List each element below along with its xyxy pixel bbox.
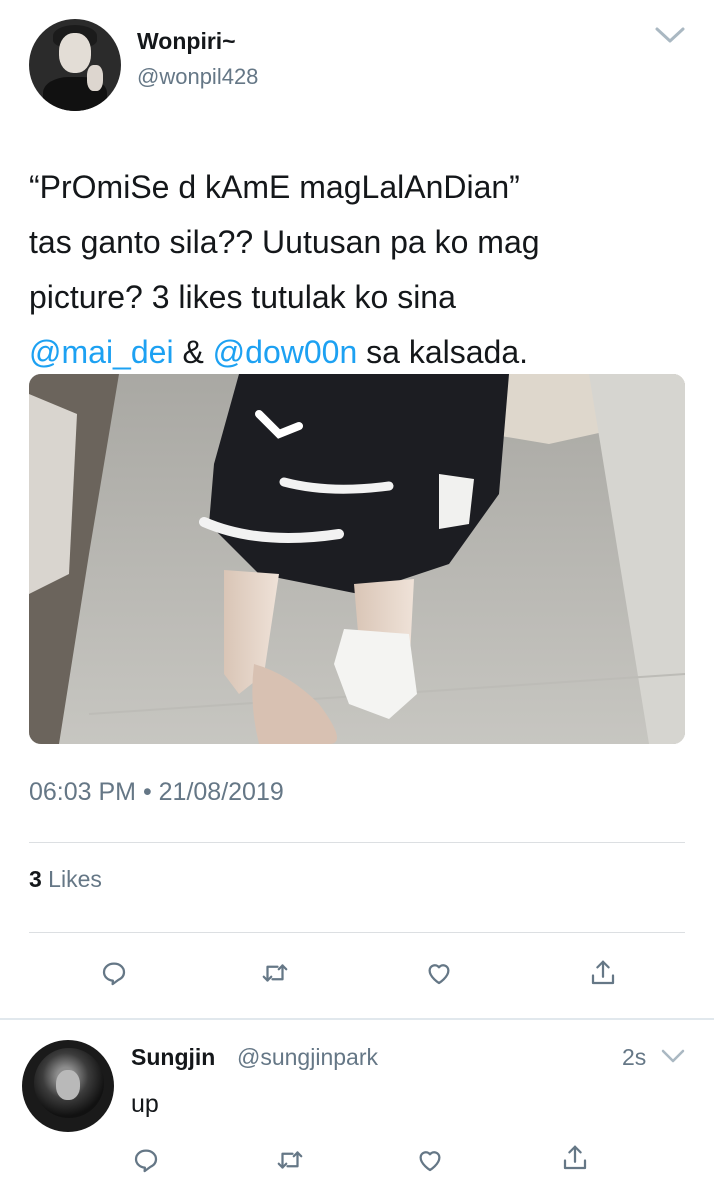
tweet-text-line: @mai_dei & @dow00n sa kalsada. <box>29 325 689 380</box>
like-icon <box>419 1151 441 1172</box>
likes-label: Likes <box>41 866 102 892</box>
retweet-icon <box>277 1151 303 1169</box>
like-icon <box>428 964 450 985</box>
likes-number: 3 <box>29 866 42 892</box>
user-handle[interactable]: @wonpil428 <box>137 64 258 90</box>
mention-link[interactable]: @dow00n <box>213 334 358 370</box>
mention-link[interactable]: @mai_dei <box>29 334 174 370</box>
share-icon <box>591 960 615 985</box>
main-tweet: Wonpiri~ @wonpil428 “PrOmiSe d kAmE magL… <box>0 0 714 1018</box>
retweet-button[interactable] <box>270 1140 310 1180</box>
chevron-down-icon[interactable] <box>652 22 688 48</box>
reply-display-name[interactable]: Sungjin <box>131 1044 215 1071</box>
reply-button[interactable] <box>126 1140 166 1180</box>
tweet-text-line: “PrOmiSe d kAmE magLalAnDian” <box>29 169 520 205</box>
likes-count[interactable]: 3 Likes <box>29 866 102 893</box>
like-button[interactable] <box>419 953 459 993</box>
chevron-down-icon[interactable] <box>660 1046 686 1066</box>
reply-tweet[interactable]: Sungjin @sungjinpark 2s up <box>0 1020 714 1200</box>
share-button[interactable] <box>583 953 623 993</box>
reply-time: 2s <box>622 1044 647 1070</box>
divider <box>29 932 685 933</box>
share-button[interactable] <box>555 1138 595 1178</box>
tweet-text: “PrOmiSe d kAmE magLalAnDian” tas ganto … <box>29 160 689 380</box>
share-icon <box>563 1145 587 1170</box>
like-button[interactable] <box>410 1140 450 1180</box>
reply-button[interactable] <box>94 953 134 993</box>
reply-icon <box>102 962 126 986</box>
divider <box>29 842 685 843</box>
reply-text: up <box>131 1090 159 1118</box>
tweet-timestamp[interactable]: 06:03 PM • 21/08/2019 <box>29 778 284 807</box>
tweet-text-end: sa kalsada. <box>357 334 529 370</box>
avatar[interactable] <box>29 19 121 111</box>
avatar[interactable] <box>22 1040 114 1132</box>
reply-handle[interactable]: @sungjinpark <box>237 1044 378 1071</box>
ampersand-text: & <box>173 334 213 370</box>
tweet-photo[interactable] <box>29 374 685 744</box>
display-name[interactable]: Wonpiri~ <box>137 28 236 55</box>
reply-icon <box>134 1149 158 1173</box>
retweet-icon <box>262 964 288 982</box>
tweet-text-line: tas ganto sila?? Uutusan pa ko mag <box>29 224 540 260</box>
tweet-text-line: picture? 3 likes tutulak ko sina <box>29 279 456 315</box>
retweet-button[interactable] <box>255 953 295 993</box>
